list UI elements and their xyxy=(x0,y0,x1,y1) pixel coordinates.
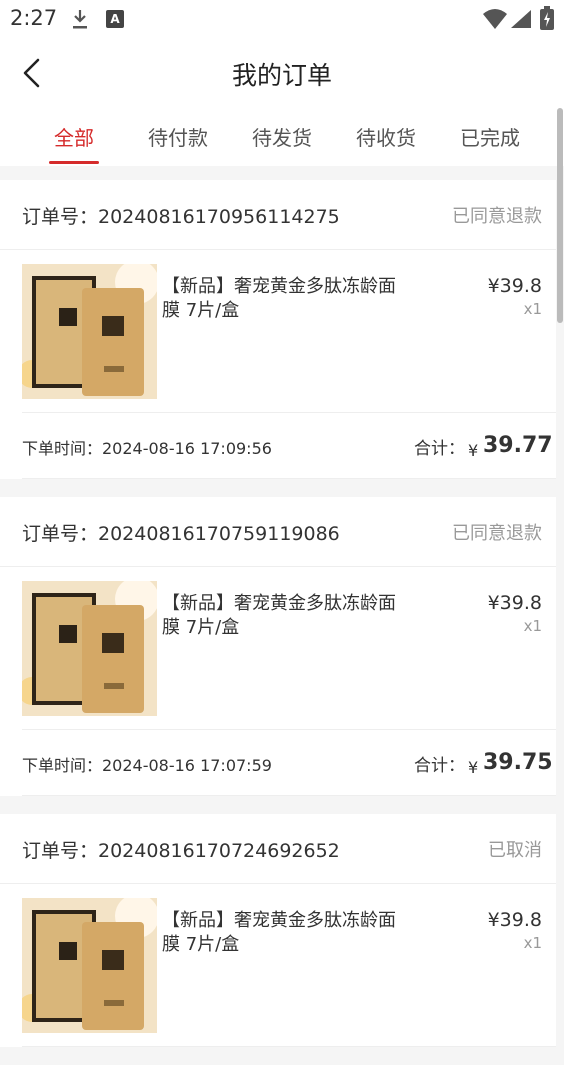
order-item[interactable]: 【新品】奢宠黄金多肽冻龄面膜 7片/盒 ¥39.8 x1 xyxy=(22,884,556,1047)
order-number: 订单号：20240816170956114275 xyxy=(22,206,340,228)
tab-pending-shipment[interactable]: 待发货 xyxy=(230,122,334,151)
order-time: 下单时间：2024-08-16 17:09:56 xyxy=(22,439,272,458)
total-label: 合计： xyxy=(414,756,465,776)
order-number: 订单号：20240816170724692652 xyxy=(22,840,340,862)
app-header: 我的订单 xyxy=(0,38,564,108)
order-item[interactable]: 【新品】奢宠黄金多肽冻龄面膜 7片/盒 ¥39.8 x1 xyxy=(22,250,556,413)
active-tab-indicator xyxy=(49,161,99,164)
tab-pending-payment[interactable]: 待付款 xyxy=(126,122,230,151)
a-notification-icon: A xyxy=(106,10,124,28)
product-quantity: x1 xyxy=(523,617,542,635)
total-amount: 39.77 xyxy=(483,433,553,458)
tab-pending-receipt[interactable]: 待收货 xyxy=(334,122,438,151)
total-label: 合计： xyxy=(414,439,465,459)
wifi-icon xyxy=(483,9,507,29)
product-image xyxy=(22,898,157,1033)
product-name: 【新品】奢宠黄金多肽冻龄面膜 7片/盒 xyxy=(162,276,396,321)
order-header: 订单号：20240816170759119086 已同意退款 xyxy=(0,497,556,567)
download-icon xyxy=(73,10,87,29)
signal-icon xyxy=(511,10,531,28)
order-time: 下单时间：2024-08-16 17:07:59 xyxy=(22,756,272,775)
order-card[interactable]: 订单号：20240816170759119086 已同意退款 【新品】奢宠黄金多… xyxy=(0,497,556,796)
order-status: 已取消 xyxy=(488,840,542,861)
battery-icon xyxy=(540,6,554,30)
product-quantity: x1 xyxy=(523,300,542,318)
scrollbar[interactable] xyxy=(557,108,563,323)
product-quantity: x1 xyxy=(523,934,542,952)
product-price: ¥39.8 xyxy=(487,275,542,297)
order-header: 订单号：20240816170956114275 已同意退款 xyxy=(0,180,556,250)
total-currency: ¥ xyxy=(468,441,479,460)
order-tabs: 全部 待付款 待发货 待收货 已完成 xyxy=(0,108,564,166)
order-list: 订单号：20240816170956114275 已同意退款 【新品】奢宠黄金多… xyxy=(0,180,556,1065)
page-title: 我的订单 xyxy=(231,61,332,90)
tab-completed[interactable]: 已完成 xyxy=(438,122,542,151)
product-image xyxy=(22,264,157,399)
status-time: 2:27 xyxy=(10,6,58,30)
order-header: 订单号：20240816170724692652 已取消 xyxy=(0,814,556,884)
product-price: ¥39.8 xyxy=(487,592,542,614)
order-status: 已同意退款 xyxy=(452,206,542,227)
product-name: 【新品】奢宠黄金多肽冻龄面膜 7片/盒 xyxy=(162,910,396,955)
product-name: 【新品】奢宠黄金多肽冻龄面膜 7片/盒 xyxy=(162,593,396,638)
total-currency: ¥ xyxy=(468,758,479,777)
status-bar: 2:27 A xyxy=(0,0,564,38)
tab-all[interactable]: 全部 xyxy=(22,122,126,151)
order-card[interactable]: 订单号：20240816170724692652 已取消 【新品】奢宠黄金多肽冻… xyxy=(0,814,556,1047)
order-status: 已同意退款 xyxy=(452,523,542,544)
order-card[interactable]: 订单号：20240816170956114275 已同意退款 【新品】奢宠黄金多… xyxy=(0,180,556,479)
order-item[interactable]: 【新品】奢宠黄金多肽冻龄面膜 7片/盒 ¥39.8 x1 xyxy=(22,567,556,730)
order-number: 订单号：20240816170759119086 xyxy=(22,523,340,545)
product-image xyxy=(22,581,157,716)
product-price: ¥39.8 xyxy=(487,909,542,931)
order-footer: 下单时间：2024-08-16 17:07:59 合计： ¥ 39.75 xyxy=(22,730,556,796)
total-amount: 39.75 xyxy=(483,750,553,775)
order-footer: 下单时间：2024-08-16 17:09:56 合计： ¥ 39.77 xyxy=(22,413,556,479)
